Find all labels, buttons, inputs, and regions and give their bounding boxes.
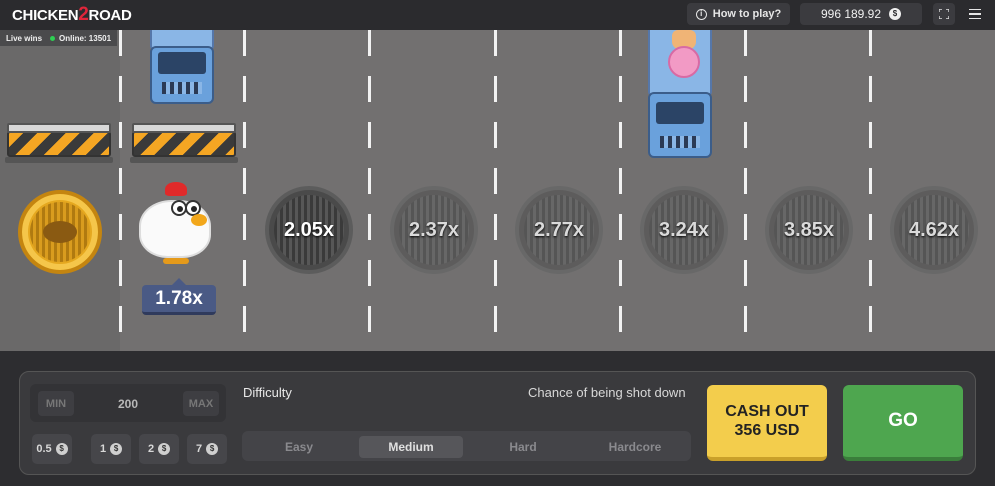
lane-divider: [368, 30, 371, 351]
chance-label: Chance of being shot down: [528, 385, 686, 400]
currency-icon: $: [889, 8, 902, 20]
currency-icon: $: [55, 443, 68, 455]
currency-icon: $: [158, 443, 171, 455]
quick-bet-chip[interactable]: 2 $: [139, 434, 179, 464]
truck: [146, 30, 218, 115]
multiplier-tile: 2.77x: [515, 186, 603, 274]
multiplier-label: 3.24x: [658, 218, 710, 241]
cash-out-button[interactable]: CASH OUT 356 USD: [707, 385, 827, 461]
currency-icon: $: [110, 443, 123, 455]
chip-value: 2: [147, 443, 155, 455]
fullscreen-icon: [939, 9, 949, 19]
start-coin-icon: [18, 190, 102, 274]
difficulty-medium[interactable]: Medium: [359, 436, 463, 458]
lane-divider: [619, 30, 622, 351]
menu-button[interactable]: [965, 3, 985, 25]
online-dot-icon: [50, 35, 56, 41]
fullscreen-button[interactable]: [933, 3, 955, 25]
chip-value: 7: [195, 443, 203, 455]
lane-divider: [869, 30, 872, 351]
go-button[interactable]: GO: [843, 385, 963, 461]
currency-icon: $: [206, 443, 219, 455]
hamburger-icon: [969, 8, 981, 11]
cash-out-label: CASH OUT: [725, 403, 809, 420]
multiplier-tile: 3.24x: [640, 186, 728, 274]
lane-divider: [119, 30, 122, 351]
chicken-player: [137, 180, 217, 266]
current-multiplier: 1.78x: [142, 278, 216, 315]
how-to-play-button[interactable]: i How to play?: [687, 3, 790, 25]
min-bet-button[interactable]: MIN: [38, 391, 74, 416]
lane-divider: [744, 30, 747, 351]
live-wins-label: Live wins: [6, 33, 43, 43]
cash-out-amount: 356 USD: [734, 422, 800, 439]
info-icon: i: [695, 8, 707, 20]
live-wins-bar[interactable]: Live wins Online: 13501: [0, 30, 118, 46]
multiplier-label: 3.85x: [783, 218, 835, 241]
multiplier-tile: 2.37x: [390, 186, 478, 274]
multiplier-label: 4.62x: [908, 218, 960, 241]
road-barrier: [130, 123, 238, 163]
lane-divider: [494, 30, 497, 351]
game-logo: CHICKEN2ROAD: [12, 4, 132, 25]
chip-value: 1: [99, 443, 107, 455]
balance-value: 996 189.92: [820, 7, 882, 21]
quick-bet-chip[interactable]: 0.5 $: [32, 434, 72, 464]
difficulty-label: Difficulty: [243, 385, 292, 400]
quick-bet-chip[interactable]: 7 $: [187, 434, 227, 464]
chip-value: 0.5: [36, 443, 52, 455]
lane-divider: [243, 30, 246, 351]
multiplier-tile: 3.85x: [765, 186, 853, 274]
game-road: Live wins Online: 13501 1.78x 2.05x 2.37…: [0, 30, 995, 351]
online-count: Online: 13501: [50, 34, 111, 43]
road-barrier: [5, 123, 113, 163]
bet-amount-input[interactable]: 200: [92, 391, 164, 416]
balance-display: 996 189.92 $: [800, 3, 922, 25]
multiplier-tile: 4.62x: [890, 186, 978, 274]
difficulty-hard[interactable]: Hard: [471, 436, 575, 458]
how-to-play-label: How to play?: [712, 8, 782, 20]
max-bet-button[interactable]: MAX: [183, 391, 219, 416]
multiplier-label: 2.37x: [408, 218, 460, 241]
difficulty-easy[interactable]: Easy: [247, 436, 351, 458]
top-bar: CHICKEN2ROAD i How to play? 996 189.92 $: [0, 0, 995, 30]
multiplier-label: 2.05x: [283, 218, 335, 241]
difficulty-hardcore[interactable]: Hardcore: [583, 436, 687, 458]
quick-bet-chip[interactable]: 1 $: [91, 434, 131, 464]
multiplier-label: 2.77x: [533, 218, 585, 241]
multiplier-tile[interactable]: 2.05x: [265, 186, 353, 274]
ice-cream-truck: [644, 30, 716, 166]
